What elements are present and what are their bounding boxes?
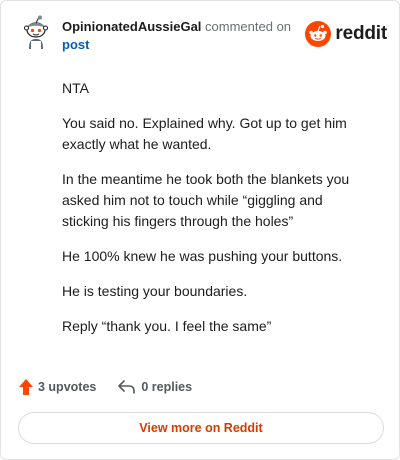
view-more-button[interactable]: View more on Reddit [18, 412, 384, 444]
comment-header: OpinionatedAussieGal commented on post r… [19, 15, 389, 55]
action-text: commented on [205, 19, 292, 34]
comment-paragraph: Reply “thank you. I feel the same” [62, 318, 272, 334]
comment-paragraph: He 100% knew he was pushing your buttons… [62, 248, 343, 264]
comment-meta: OpinionatedAussieGal commented on post [62, 18, 302, 54]
comment-footer: 3 upvotes 0 replies [19, 377, 214, 397]
reply-arrow-icon[interactable] [118, 380, 136, 394]
reply-count: 0 replies [141, 380, 193, 394]
comment-paragraph: NTA [62, 80, 89, 96]
upvote-count: 3 upvotes [38, 380, 97, 394]
comment-body: NTA You said no. Explained why. Got up t… [62, 78, 372, 351]
comment-paragraph: In the meantime he took both the blanket… [62, 171, 350, 229]
reddit-logo[interactable]: reddit [305, 21, 387, 47]
comment-paragraph: He is testing your boundaries. [62, 283, 248, 299]
comment-embed-card: OpinionatedAussieGal commented on post r… [0, 0, 400, 460]
upvote-stat[interactable]: 3 upvotes [19, 379, 96, 395]
user-avatar[interactable] [19, 15, 53, 49]
reddit-logo-icon [305, 21, 332, 47]
snoo-avatar-icon [19, 15, 53, 49]
comment-paragraph: You said no. Explained why. Got up to ge… [62, 115, 347, 152]
post-link[interactable]: post [62, 37, 89, 52]
reply-stat[interactable]: 0 replies [118, 380, 192, 394]
reddit-wordmark: reddit [335, 23, 387, 44]
username[interactable]: OpinionatedAussieGal [62, 19, 201, 34]
upvote-arrow-icon[interactable] [19, 379, 33, 395]
